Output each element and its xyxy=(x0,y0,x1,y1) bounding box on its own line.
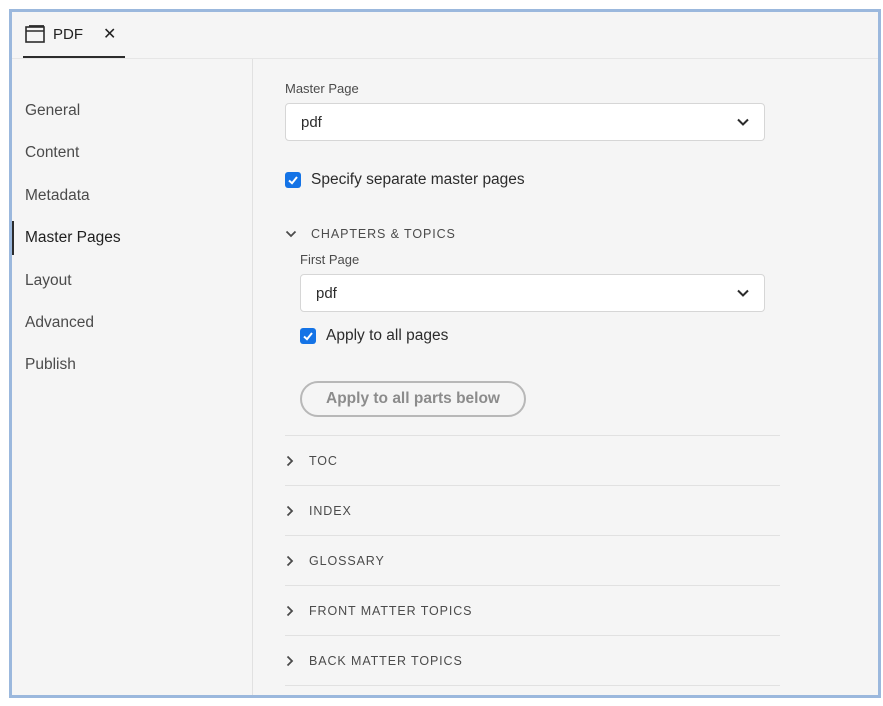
sidebar-item-metadata[interactable]: Metadata xyxy=(12,177,252,215)
sidebar-item-advanced[interactable]: Advanced xyxy=(12,304,252,342)
separate-master-pages-label: Specify separate master pages xyxy=(311,171,525,188)
chevron-right-icon xyxy=(286,505,294,516)
chevron-right-icon xyxy=(286,655,294,666)
section-front-matter-topics-title: FRONT MATTER TOPICS xyxy=(309,603,473,618)
window-icon xyxy=(25,25,45,43)
section-toc[interactable]: TOC xyxy=(285,436,780,485)
apply-all-pages-checkbox[interactable] xyxy=(300,328,316,344)
sidebar-item-publish[interactable]: Publish xyxy=(12,346,252,384)
master-page-label: Master Page xyxy=(285,81,359,96)
chevron-right-icon xyxy=(286,605,294,616)
chevron-right-icon xyxy=(286,455,294,466)
tab-bar: PDF ✕ xyxy=(12,12,878,59)
section-glossary[interactable]: GLOSSARY xyxy=(285,536,780,585)
sidebar-item-master-pages[interactable]: Master Pages xyxy=(12,219,252,257)
section-chapters-topics[interactable]: CHAPTERS & TOPICS xyxy=(285,209,780,258)
section-chapters-topics-title: CHAPTERS & TOPICS xyxy=(311,226,456,241)
tab-label: PDF xyxy=(53,25,83,43)
master-page-select[interactable]: pdf xyxy=(285,103,765,141)
checkmark-icon xyxy=(288,176,298,185)
apply-to-all-parts-button[interactable]: Apply to all parts below xyxy=(300,381,526,417)
section-toc-title: TOC xyxy=(309,453,338,468)
first-page-value: pdf xyxy=(316,284,337,302)
section-back-matter-topics[interactable]: BACK MATTER TOPICS xyxy=(285,636,780,685)
section-index[interactable]: INDEX xyxy=(285,486,780,535)
master-pages-panel: Master Page pdf Specify separate master … xyxy=(253,59,878,695)
sidebar-item-content[interactable]: Content xyxy=(12,134,252,172)
sidebar-item-general[interactable]: General xyxy=(12,92,252,130)
master-page-value: pdf xyxy=(301,113,322,131)
section-back-matter-topics-title: BACK MATTER TOPICS xyxy=(309,653,463,668)
separate-master-pages-row: Specify separate master pages xyxy=(285,171,525,189)
first-page-select[interactable]: pdf xyxy=(300,274,765,312)
chevron-down-icon xyxy=(737,289,749,297)
pdf-settings-window: PDF ✕ General Content Metadata Master Pa… xyxy=(9,9,881,698)
tab-pdf[interactable]: PDF ✕ xyxy=(23,12,125,58)
apply-all-pages-label: Apply to all pages xyxy=(326,327,449,344)
chevron-right-icon xyxy=(286,555,294,566)
settings-sidebar: General Content Metadata Master Pages La… xyxy=(12,59,253,695)
checkmark-icon xyxy=(303,332,313,341)
divider xyxy=(285,685,780,686)
section-index-title: INDEX xyxy=(309,503,352,518)
chevron-down-icon xyxy=(285,230,297,237)
first-page-label: First Page xyxy=(300,252,360,267)
separate-master-pages-checkbox[interactable] xyxy=(285,172,301,188)
section-glossary-title: GLOSSARY xyxy=(309,553,385,568)
apply-all-pages-row: Apply to all pages xyxy=(300,327,448,345)
sidebar-item-layout[interactable]: Layout xyxy=(12,262,252,300)
close-icon[interactable]: ✕ xyxy=(103,24,116,44)
chevron-down-icon xyxy=(737,118,749,126)
section-front-matter-topics[interactable]: FRONT MATTER TOPICS xyxy=(285,586,780,635)
